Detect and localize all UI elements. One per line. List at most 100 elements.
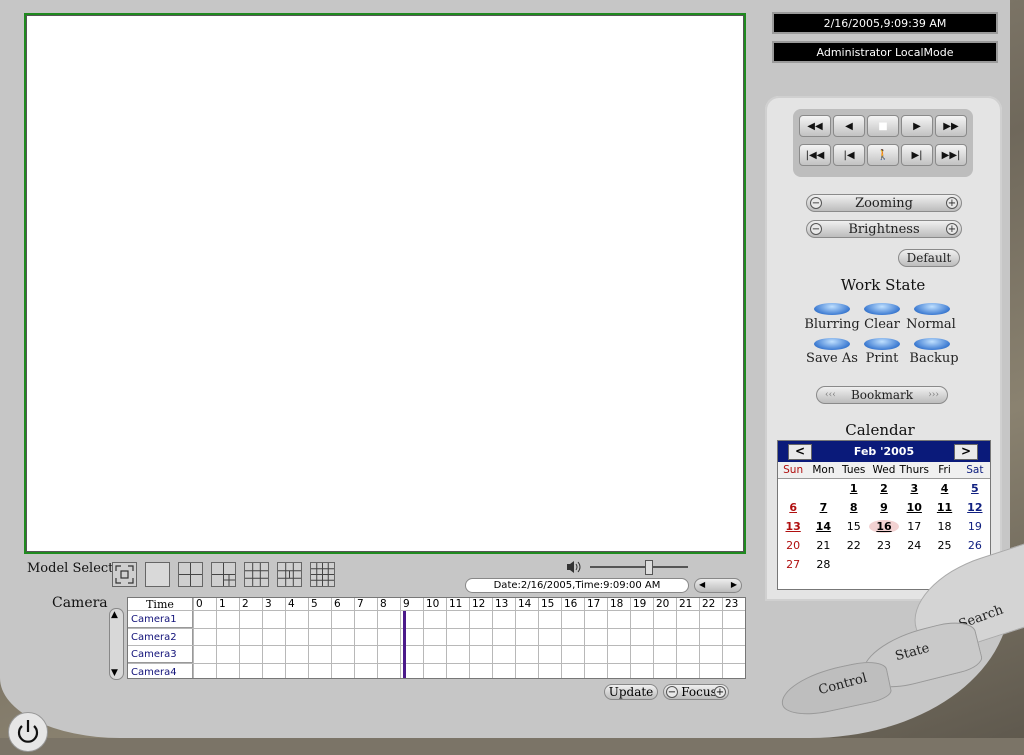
calendar-day[interactable]: 2 bbox=[869, 482, 899, 495]
calendar-day[interactable]: 27 bbox=[778, 558, 808, 571]
calendar-day[interactable]: 15 bbox=[839, 520, 869, 533]
recording-timeline[interactable]: Time 0 1 2 3 4 5 6 7 8 9 10 11 12 13 14 15 16 17 18 19 20 21 2… bbox=[127, 597, 746, 679]
hour-label: 0 bbox=[196, 598, 203, 610]
skip-start-button[interactable]: |◀◀ bbox=[799, 144, 831, 166]
calendar-day[interactable]: 16 bbox=[868, 520, 900, 533]
camera-scrollbar[interactable]: ▲ ▼ bbox=[109, 608, 124, 680]
calendar-day[interactable]: 5 bbox=[960, 482, 990, 495]
rewind-button[interactable]: ◀ bbox=[833, 115, 865, 137]
sixteen-layout-icon[interactable] bbox=[310, 562, 335, 587]
speaker-icon[interactable] bbox=[565, 558, 583, 576]
calendar-day[interactable]: 24 bbox=[899, 539, 929, 552]
six-layout-icon[interactable] bbox=[211, 562, 236, 587]
blurring-button[interactable] bbox=[814, 303, 850, 315]
step-back-button[interactable]: |◀ bbox=[833, 144, 865, 166]
step-forward-button[interactable]: ▶| bbox=[901, 144, 933, 166]
volume-slider-thumb[interactable] bbox=[645, 560, 654, 575]
hour-label: 23 bbox=[725, 598, 739, 610]
stop-button[interactable]: ■ bbox=[867, 115, 899, 137]
single-layout-icon[interactable] bbox=[145, 562, 170, 587]
backup-button[interactable] bbox=[914, 338, 950, 350]
calendar-day[interactable]: 7 bbox=[808, 501, 838, 514]
calendar-day[interactable]: 8 bbox=[839, 501, 869, 514]
hour-label: 2 bbox=[242, 598, 249, 610]
update-button[interactable]: Update bbox=[604, 684, 658, 700]
calendar-day[interactable]: 9 bbox=[869, 501, 899, 514]
time-back-icon[interactable]: ◀ bbox=[699, 580, 705, 589]
normal-button[interactable] bbox=[914, 303, 950, 315]
calendar-day[interactable]: 10 bbox=[899, 501, 929, 514]
skip-end-button[interactable]: ▶▶| bbox=[935, 144, 967, 166]
walk-icon-button[interactable]: 🚶 bbox=[867, 144, 899, 166]
model-select-label: Model Select bbox=[27, 561, 114, 576]
hour-label: 1 bbox=[219, 598, 226, 610]
calendar-day[interactable]: 3 bbox=[899, 482, 929, 495]
fast-forward-button[interactable]: ▶▶ bbox=[935, 115, 967, 137]
camera-row-label[interactable]: Camera2 bbox=[128, 628, 193, 646]
clear-button[interactable] bbox=[864, 303, 900, 315]
hour-label: 17 bbox=[587, 598, 601, 610]
timeline-cursor[interactable] bbox=[403, 611, 407, 678]
weekday: Mon bbox=[812, 464, 835, 476]
calendar-day[interactable]: 26 bbox=[960, 539, 990, 552]
grid-row-line bbox=[128, 645, 745, 646]
bookmark-right-arrows: ››› bbox=[928, 390, 939, 400]
camera-row-label[interactable]: Camera1 bbox=[128, 611, 193, 628]
nine-layout-icon[interactable] bbox=[244, 562, 269, 587]
fast-rewind-button[interactable]: ◀◀ bbox=[799, 115, 831, 137]
focus-control: − Focus + bbox=[663, 684, 729, 700]
playback-time-display: Date:2/16/2005,Time:9:09:00 AM bbox=[465, 578, 689, 593]
default-button[interactable]: Default bbox=[898, 249, 960, 267]
save-as-button[interactable] bbox=[814, 338, 850, 350]
prev-month-button[interactable]: < bbox=[788, 444, 812, 460]
brightness-down-button[interactable]: − bbox=[810, 223, 822, 235]
calendar-day[interactable]: 21 bbox=[808, 539, 838, 552]
bookmark-button[interactable]: ‹‹‹ Bookmark ››› bbox=[816, 386, 948, 404]
calendar-day[interactable]: 28 bbox=[808, 558, 838, 571]
calendar-week: 12345 bbox=[778, 479, 990, 498]
calendar-day[interactable]: 22 bbox=[839, 539, 869, 552]
work-state-title: Work State bbox=[840, 276, 926, 294]
brightness-up-button[interactable]: + bbox=[946, 223, 958, 235]
play-button[interactable]: ▶ bbox=[901, 115, 933, 137]
backup-label: Backup bbox=[909, 351, 959, 366]
calendar-day[interactable]: 25 bbox=[929, 539, 959, 552]
calendar-day[interactable]: 17 bbox=[899, 520, 929, 533]
calendar-day[interactable]: 12 bbox=[960, 501, 990, 514]
calendar-day[interactable]: 23 bbox=[869, 539, 899, 552]
calendar-week: 6 7 8 9 10 11 12 bbox=[778, 498, 990, 517]
calendar-day[interactable]: 1 bbox=[839, 482, 869, 495]
grid-column-line bbox=[745, 598, 746, 679]
zoom-out-button[interactable]: − bbox=[810, 197, 822, 209]
time-forward-icon[interactable]: ▶ bbox=[731, 580, 737, 589]
scroll-up-icon[interactable]: ▲ bbox=[111, 610, 118, 620]
calendar-day[interactable]: 13 bbox=[778, 520, 808, 533]
calendar-day[interactable]: 6 bbox=[778, 501, 808, 514]
next-month-button[interactable]: > bbox=[954, 444, 978, 460]
print-button[interactable] bbox=[864, 338, 900, 350]
power-button[interactable] bbox=[8, 712, 48, 752]
volume-track[interactable] bbox=[590, 566, 688, 568]
focus-plus-button[interactable]: + bbox=[714, 686, 726, 698]
calendar-day[interactable]: 18 bbox=[929, 520, 959, 533]
hour-label: 11 bbox=[449, 598, 463, 610]
calendar-day[interactable]: 20 bbox=[778, 539, 808, 552]
video-viewport[interactable] bbox=[24, 13, 746, 554]
hour-label: 4 bbox=[288, 598, 295, 610]
calendar-day[interactable]: 14 bbox=[808, 520, 838, 533]
focus-minus-button[interactable]: − bbox=[666, 686, 678, 698]
camera-row-label[interactable]: Camera4 bbox=[128, 663, 193, 678]
camera-row-label[interactable]: Camera3 bbox=[128, 646, 193, 663]
hour-label: 12 bbox=[472, 598, 486, 610]
thirteen-layout-icon[interactable] bbox=[277, 562, 302, 587]
calendar-day[interactable]: 11 bbox=[929, 501, 959, 514]
quad-layout-icon[interactable] bbox=[178, 562, 203, 587]
hour-label: 6 bbox=[334, 598, 341, 610]
weekday: Tues bbox=[842, 464, 866, 476]
user-mode-display: Administrator LocalMode bbox=[772, 41, 998, 63]
calendar-day[interactable]: 4 bbox=[929, 482, 959, 495]
scroll-down-icon[interactable]: ▼ bbox=[111, 668, 118, 678]
calendar-day[interactable]: 19 bbox=[960, 520, 990, 533]
zoom-in-button[interactable]: + bbox=[946, 197, 958, 209]
fullscreen-layout-icon[interactable] bbox=[112, 562, 137, 587]
